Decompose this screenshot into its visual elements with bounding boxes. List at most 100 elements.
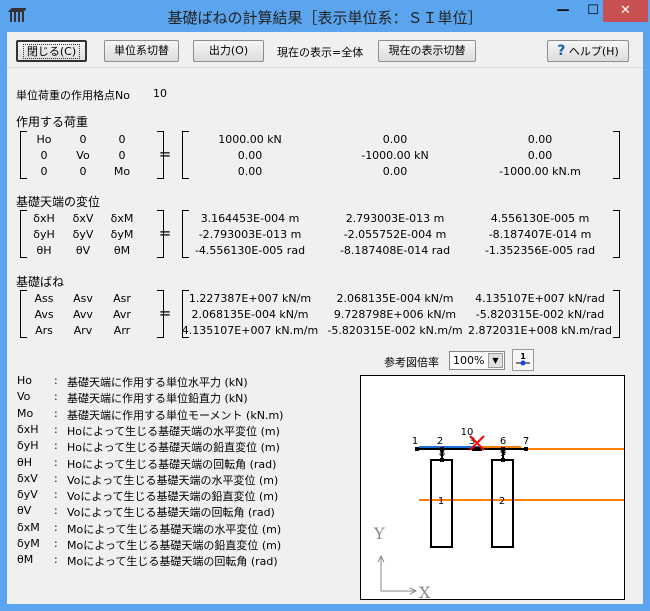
legend-description: Moによって生じる基礎天端の水平変位 (m) [67, 522, 282, 536]
chevron-down-icon[interactable]: ▼ [488, 353, 503, 368]
legend-colon: : [54, 488, 58, 502]
close-window-button[interactable]: ✕ [603, 0, 648, 22]
matrix-symbol: Asv [73, 292, 93, 305]
matrix-symbol: θM [113, 244, 131, 257]
matrix-value: 0.00 [382, 165, 408, 178]
legend-description: Hoによって生じる基礎天端の回転角 (rad) [67, 457, 277, 471]
legend-symbol: Vo [17, 390, 31, 404]
matrix-value: -2.055752E-004 m [343, 228, 447, 241]
matrix-symbol: 0 [79, 165, 87, 178]
toolbar: 閉じる(C) 単位系切替 出力(O) 現在の表示=全体 現在の表示切替 ? ヘル… [7, 32, 643, 68]
node-number-toggle-button[interactable]: 1 [512, 349, 534, 371]
unit-toggle-button[interactable]: 単位系切替 [104, 40, 179, 62]
matrix-symbol: Arv [73, 324, 93, 337]
legend-colon: : [54, 406, 58, 420]
matrix-symbol: Vo [76, 149, 90, 162]
axis-icon [377, 554, 418, 595]
output-button[interactable]: 出力(O) [193, 40, 264, 62]
matrix-value: 0.00 [382, 133, 408, 146]
legend-description: Voによって生じる基礎天端の回転角 (rad) [67, 506, 275, 520]
node-label: 7 [523, 436, 529, 447]
matrix-value: -8.187407E-014 m [488, 228, 592, 241]
matrix-symbol: 0 [40, 165, 48, 178]
pile-label: 2 [499, 496, 505, 507]
matrix-symbol: Mo [113, 165, 131, 178]
left-bracket [20, 210, 27, 258]
matrix-value: 9.728798E+006 kN/m [333, 308, 457, 321]
matrix-value: 2.068135E-004 kN/m [336, 292, 454, 305]
axis-x-label: X [419, 583, 431, 599]
zoom-select[interactable]: 100% ▼ [449, 351, 505, 370]
spring-section-title: 基礎ばね [16, 275, 65, 289]
minimize-button[interactable]: — [548, 0, 578, 22]
legend-description: Moによって生じる基礎天端の鉛直変位 (m) [67, 539, 282, 552]
matrix-value: -5.820315E-002 kN/rad [475, 308, 605, 321]
equals-sign: = [158, 304, 172, 322]
matrix-value: -5.820315E-002 kN.m/m [327, 324, 463, 337]
zoom-value: 100% [453, 354, 485, 367]
disp-section-title: 基礎天端の変位 [16, 195, 101, 209]
matrix-symbol: δxH [33, 212, 55, 225]
left-bracket [182, 210, 189, 258]
load-point-label: 単位荷重の作用格点No [16, 89, 130, 102]
matrix-symbol: Avv [73, 308, 93, 321]
equals-sign: = [158, 145, 172, 163]
legend-symbol: θH [17, 455, 33, 469]
right-bracket [613, 290, 620, 338]
node-label: 1 [412, 436, 418, 447]
matrix-symbol: Ass [34, 292, 54, 305]
left-bracket [20, 290, 27, 338]
legend-colon: : [54, 520, 58, 534]
close-button[interactable]: 閉じる(C) [16, 40, 87, 62]
legend-description: Voによって生じる基礎天端の鉛直変位 (m) [67, 490, 279, 504]
matrix-value: 3.164453E-004 m [200, 212, 300, 225]
matrix-value: 4.135107E+007 kN.m/m [181, 324, 319, 337]
matrix-value: 0.00 [527, 133, 553, 146]
matrix-value: -8.187408E-014 rad [339, 244, 451, 257]
legend-colon: : [54, 439, 58, 453]
pile-label: 1 [438, 496, 444, 507]
matrix-symbol: δxM [110, 212, 134, 225]
legend-description: Hoによって生じる基礎天端の水平変位 (m) [67, 424, 280, 438]
legend-symbol: δyM [17, 537, 40, 550]
legend-colon: : [54, 471, 58, 485]
legend-colon: : [54, 504, 58, 518]
legend-symbol: Mo [17, 406, 34, 420]
matrix-value: 1.227387E+007 kN/m [188, 292, 312, 305]
legend-colon: : [54, 537, 58, 550]
legend-symbol: δyH [17, 439, 39, 453]
matrix-symbol: δxV [72, 212, 94, 225]
matrix-symbol: 0 [118, 133, 126, 146]
matrix-symbol: Arr [113, 324, 131, 337]
legend-description: 基礎天端に作用する単位モーメント (kN.m) [67, 408, 284, 422]
matrix-symbol: 0 [118, 149, 126, 162]
node-label: 9 [500, 448, 506, 459]
matrix-symbol: δyV [72, 228, 94, 241]
matrix-symbol: Avs [34, 308, 54, 321]
load-section-title: 作用する荷重 [16, 115, 89, 129]
matrix-value: 1000.00 kN [218, 133, 282, 146]
legend-symbol: δyV [17, 488, 38, 502]
matrix-symbol: 0 [40, 149, 48, 162]
matrix-value: 2.872031E+008 kN.m/rad [468, 324, 612, 337]
legend-description: Hoによって生じる基礎天端の鉛直変位 (m) [67, 441, 280, 455]
matrix-symbol: 0 [79, 133, 87, 146]
matrix-symbol: Ars [35, 324, 53, 337]
help-button[interactable]: ? ヘルプ(H) [547, 40, 629, 62]
matrix-symbol: Ho [36, 133, 52, 146]
legend-symbol: δxM [17, 520, 40, 534]
node-icon: 1 [516, 352, 530, 366]
legend-colon: : [54, 374, 58, 387]
right-bracket [613, 210, 620, 258]
legend-symbol: Ho [17, 374, 33, 387]
matrix-value: -1.352356E-005 rad [484, 244, 596, 257]
equals-sign: = [158, 224, 172, 242]
display-toggle-button[interactable]: 現在の表示切替 [378, 40, 476, 62]
legend-symbol: θV [17, 504, 32, 518]
help-icon: ? [557, 43, 566, 59]
zoom-label: 参考図倍率 [384, 356, 439, 369]
svg-text:1: 1 [520, 352, 526, 361]
legend-colon: : [54, 455, 58, 469]
matrix-value: -1000.00 kN.m [499, 165, 581, 178]
matrix-symbol: δyM [110, 228, 134, 241]
